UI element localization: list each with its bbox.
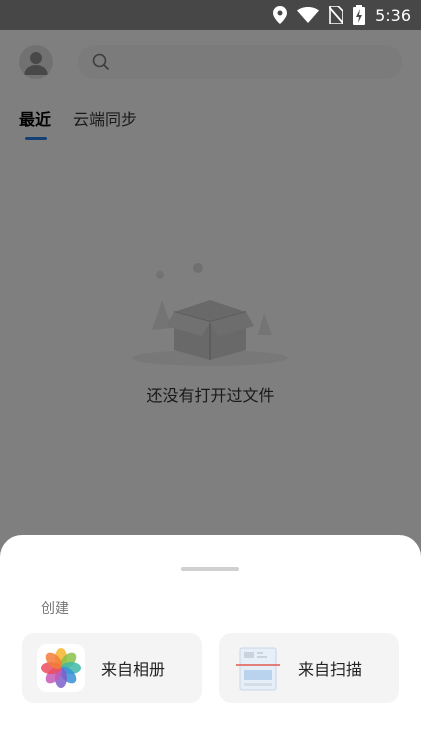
status-icons: 5:36	[273, 0, 421, 30]
from-scan-button[interactable]: 来自扫描	[219, 633, 399, 703]
bottom-sheet: 创建 来自相册 来自扫描	[0, 535, 421, 750]
sheet-drag-handle[interactable]	[181, 567, 239, 571]
from-album-label: 来自相册	[101, 660, 166, 679]
status-time: 5:36	[375, 5, 411, 25]
location-icon	[273, 6, 288, 24]
scan-document-icon	[236, 647, 280, 691]
photos-icon	[37, 644, 85, 692]
from-album-button[interactable]: 来自相册	[22, 633, 202, 703]
no-sim-icon	[329, 6, 344, 24]
status-bar: 5:36	[0, 0, 421, 30]
wifi-icon	[297, 7, 320, 23]
from-scan-label: 来自扫描	[298, 660, 363, 679]
section-label-create: 创建	[41, 601, 69, 617]
battery-charging-icon	[353, 5, 366, 25]
